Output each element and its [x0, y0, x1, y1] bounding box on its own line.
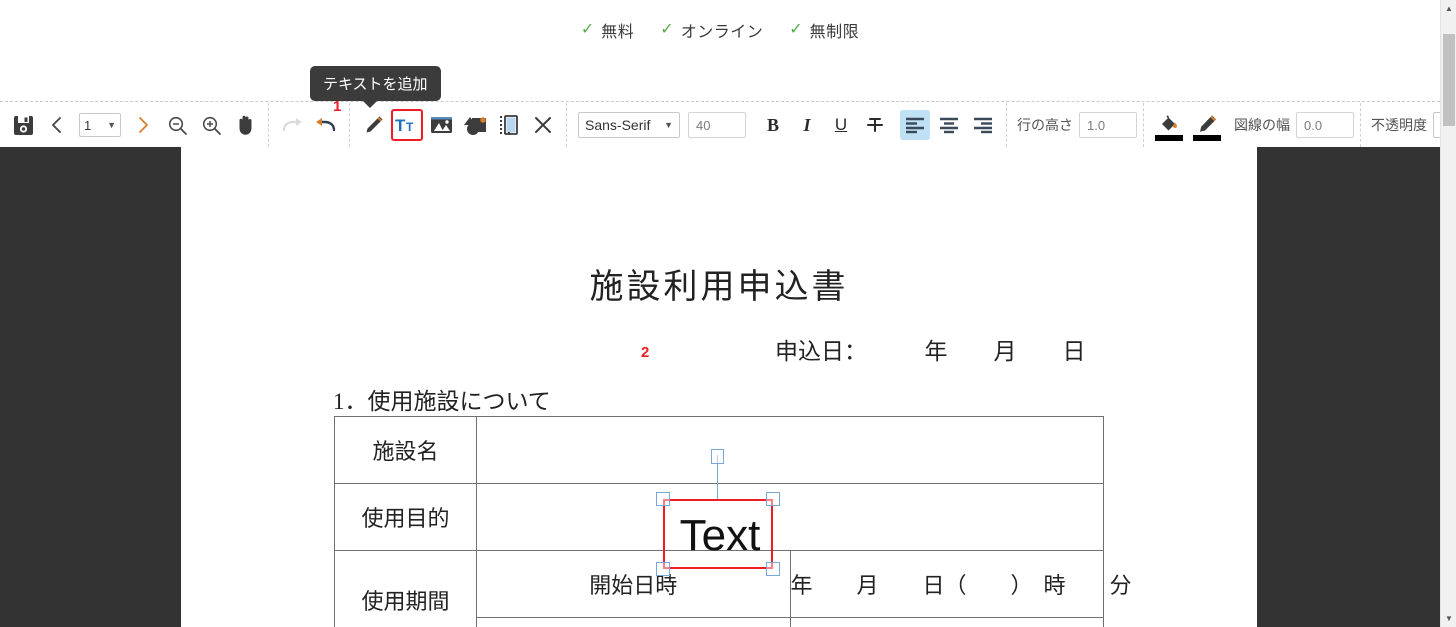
line-height-input[interactable]: 1.0 [1079, 112, 1137, 138]
promo-label-free: 無料 [601, 23, 635, 41]
draw-pencil-button[interactable] [358, 110, 388, 140]
underline-button[interactable]: U [826, 110, 856, 140]
fill-color-button[interactable] [1152, 109, 1186, 141]
scroll-down-icon[interactable]: ▼ [1441, 610, 1456, 627]
editor-toolbar: 1 ▼ T T Sans-Serif ▼ 40 B I U 行の高さ 1.0 図… [0, 101, 1456, 149]
line-height-value: 1.0 [1087, 117, 1106, 133]
selected-text-content: Text [679, 511, 761, 560]
close-button[interactable] [528, 110, 558, 140]
page-number-select[interactable]: 1 ▼ [79, 113, 121, 137]
whiteout-button[interactable] [494, 110, 524, 140]
promo-item-unlimited: ✓ 無制限 [789, 18, 859, 42]
document-title: 施設利用申込書 [589, 269, 849, 306]
font-size-input[interactable]: 40 [688, 112, 746, 138]
add-text-button[interactable]: T T [391, 109, 423, 141]
italic-button[interactable]: I [792, 110, 822, 140]
insert-shape-button[interactable] [460, 110, 490, 140]
align-right-button[interactable] [968, 110, 998, 140]
promo-item-online: ✓ オンライン [660, 18, 763, 42]
pdf-editor-app: ✓ 無料 ✓ オンライン ✓ 無制限 テキストを追加 1 ▼ T T Sans-… [0, 0, 1456, 627]
zoom-in-button[interactable] [196, 110, 226, 140]
stroke-width-value: 0.0 [1304, 117, 1323, 133]
line-height-label: 行の高さ [1017, 117, 1073, 133]
fill-color-swatch [1155, 135, 1183, 141]
resize-handle-bottom-left[interactable] [656, 562, 670, 576]
align-center-button[interactable] [934, 110, 964, 140]
svg-text:T: T [395, 116, 406, 135]
page-number-value: 1 [84, 117, 92, 133]
toolbar-group-tools: T T [350, 103, 567, 147]
stroke-color-button[interactable] [1190, 109, 1224, 141]
cell-end-datetime-value[interactable] [789, 617, 1104, 627]
stroke-width-input[interactable]: 0.0 [1296, 112, 1354, 138]
cell-purpose-label: 使用目的 [334, 483, 477, 551]
chevron-down-icon: ▼ [107, 120, 116, 130]
promo-label-unlimited: 無制限 [809, 23, 860, 41]
pdf-viewer-canvas[interactable]: 施設利用申込書 申込日： 年 月 日 1．使用施設について 施設名 使用目的 使… [0, 147, 1440, 627]
add-text-tooltip: テキストを追加 [310, 66, 441, 108]
stroke-width-label: 図線の幅 [1234, 117, 1290, 133]
align-left-button[interactable] [900, 110, 930, 140]
scroll-up-icon[interactable]: ▲ [1441, 0, 1456, 17]
resize-handle-top-left[interactable] [656, 492, 670, 506]
resize-handle-top-right[interactable] [766, 492, 780, 506]
promo-bar: ✓ 無料 ✓ オンライン ✓ 無制限 [0, 0, 1440, 59]
bold-label: B [766, 114, 779, 135]
check-icon: ✓ [580, 20, 595, 38]
zoom-out-button[interactable] [162, 110, 192, 140]
chevron-down-icon: ▼ [664, 120, 673, 130]
stroke-color-swatch [1193, 135, 1221, 141]
resize-handle-bottom-right[interactable] [766, 562, 780, 576]
underline-label: U [834, 115, 848, 134]
bold-button[interactable]: B [758, 110, 788, 140]
cell-end-datetime-label [476, 617, 791, 627]
cell-purpose-value[interactable] [476, 483, 1104, 551]
font-family-value: Sans-Serif [585, 117, 651, 133]
cell-period-label: 使用期間 [334, 550, 477, 627]
toolbar-group-color: 図線の幅 0.0 [1144, 103, 1361, 147]
apply-date-line: 申込日： 年 月 日 [775, 339, 1086, 364]
toolbar-group-text-format: Sans-Serif ▼ 40 B I U [567, 103, 1007, 147]
pan-hand-button[interactable] [230, 110, 260, 140]
font-family-select[interactable]: Sans-Serif ▼ [578, 112, 680, 138]
opacity-label: 不透明度 [1371, 117, 1427, 133]
save-button[interactable] [8, 110, 38, 140]
italic-label: I [803, 114, 811, 135]
toolbar-group-line-height: 行の高さ 1.0 [1007, 103, 1144, 147]
check-icon: ✓ [789, 20, 803, 38]
insert-image-button[interactable] [426, 110, 456, 140]
promo-label-online: オンライン [680, 23, 764, 41]
redo-button[interactable] [277, 110, 307, 140]
font-size-value: 40 [696, 117, 711, 133]
previous-page-button[interactable] [42, 110, 72, 140]
step-marker-1: 1 [333, 98, 342, 115]
promo-item-free: ✓ 無料 [581, 18, 634, 42]
rotation-handle[interactable] [711, 449, 724, 464]
section-heading-1: 1．使用施設について [333, 389, 551, 414]
step-marker-2: 2 [641, 344, 650, 361]
next-page-button[interactable] [128, 110, 158, 140]
check-icon: ✓ [660, 20, 674, 38]
selected-text-object[interactable]: Text [663, 499, 773, 569]
svg-text:T: T [406, 120, 414, 134]
scrollbar-thumb[interactable] [1443, 34, 1455, 126]
strikethrough-button[interactable] [860, 110, 890, 140]
cell-facility-name-value[interactable] [476, 416, 1104, 484]
cell-facility-name-label: 施設名 [334, 416, 477, 484]
toolbar-group-navigation: 1 ▼ [0, 103, 269, 147]
vertical-scrollbar[interactable]: ▲ ▼ [1440, 0, 1456, 627]
cell-start-datetime-value[interactable]: 年 月 日（ ） 時 分 [789, 550, 1132, 618]
